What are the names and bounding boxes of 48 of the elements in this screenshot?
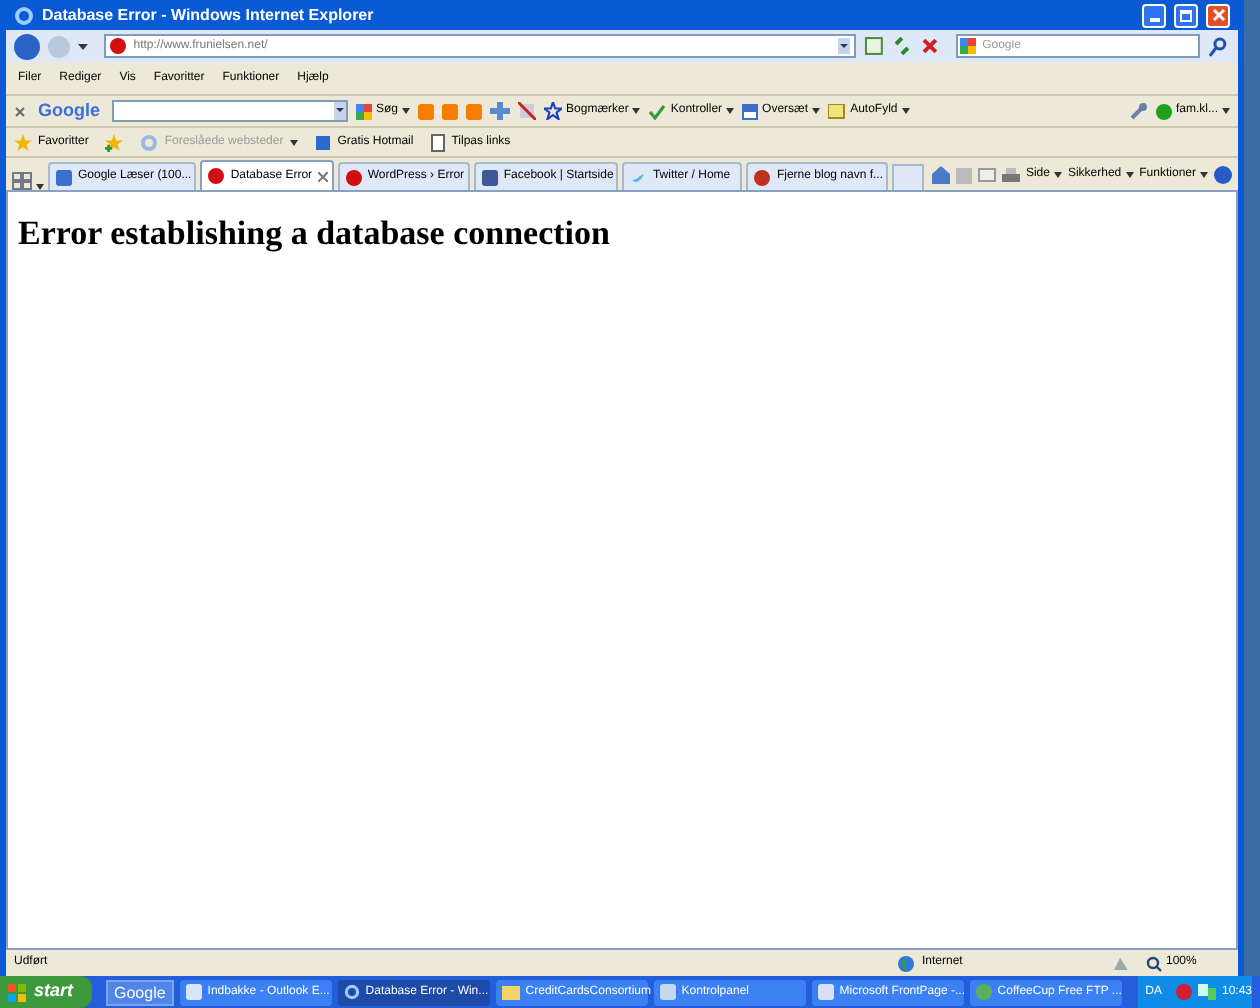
caret-icon [632,108,641,114]
search-icon[interactable] [1208,35,1230,57]
windows-flag-icon [8,983,26,1001]
caret-icon [812,108,821,114]
caret-icon [1053,172,1062,178]
minimize-button[interactable] [1142,3,1166,27]
google-logo: Google [38,97,100,124]
google-icon [356,103,372,119]
maximize-icon [1180,9,1192,21]
dropdown-icon[interactable] [334,102,346,120]
status-icon [1155,103,1172,119]
maximize-button[interactable] [1174,3,1198,27]
wrench-icon[interactable] [1129,102,1148,120]
dropdown-icon[interactable] [838,38,851,54]
quick-tabs-icon[interactable] [12,172,32,190]
caret-icon [726,108,735,114]
globe-icon [898,955,914,971]
close-icon[interactable] [14,105,26,117]
caret-icon [1222,108,1230,114]
back-button[interactable] [14,33,40,59]
caret-icon [1200,172,1208,178]
check-icon [648,103,667,119]
folder-icon [501,985,520,999]
print-icon[interactable] [1001,167,1020,183]
window-title: Database Error - Windows Internet Explorer [42,3,376,27]
caret-icon [402,108,411,114]
close-button[interactable] [1206,3,1230,27]
add-favorite-icon[interactable] [104,133,125,151]
start-button[interactable]: start [0,976,92,1008]
minimize-icon [1149,17,1159,21]
star-icon [14,133,32,151]
toolbar-search-field[interactable] [112,100,348,122]
caret-icon [901,108,910,114]
error-heading: Error establishing a database connection [18,212,612,256]
stop-icon[interactable] [920,36,941,56]
popup-blocker-icon[interactable] [518,102,537,120]
plus-icon[interactable] [490,102,511,120]
dropdown-icon[interactable] [77,43,88,49]
star-icon [544,102,563,120]
google-toolbar-button[interactable]: Google [106,979,174,1005]
caret-icon [289,139,298,145]
bird-icon [630,169,647,185]
zoom-icon[interactable] [1146,955,1162,971]
close-icon[interactable] [318,171,329,181]
close-icon [1211,8,1225,22]
google-icon [960,38,977,54]
home-icon[interactable] [931,166,950,184]
caret-icon [1125,172,1134,178]
